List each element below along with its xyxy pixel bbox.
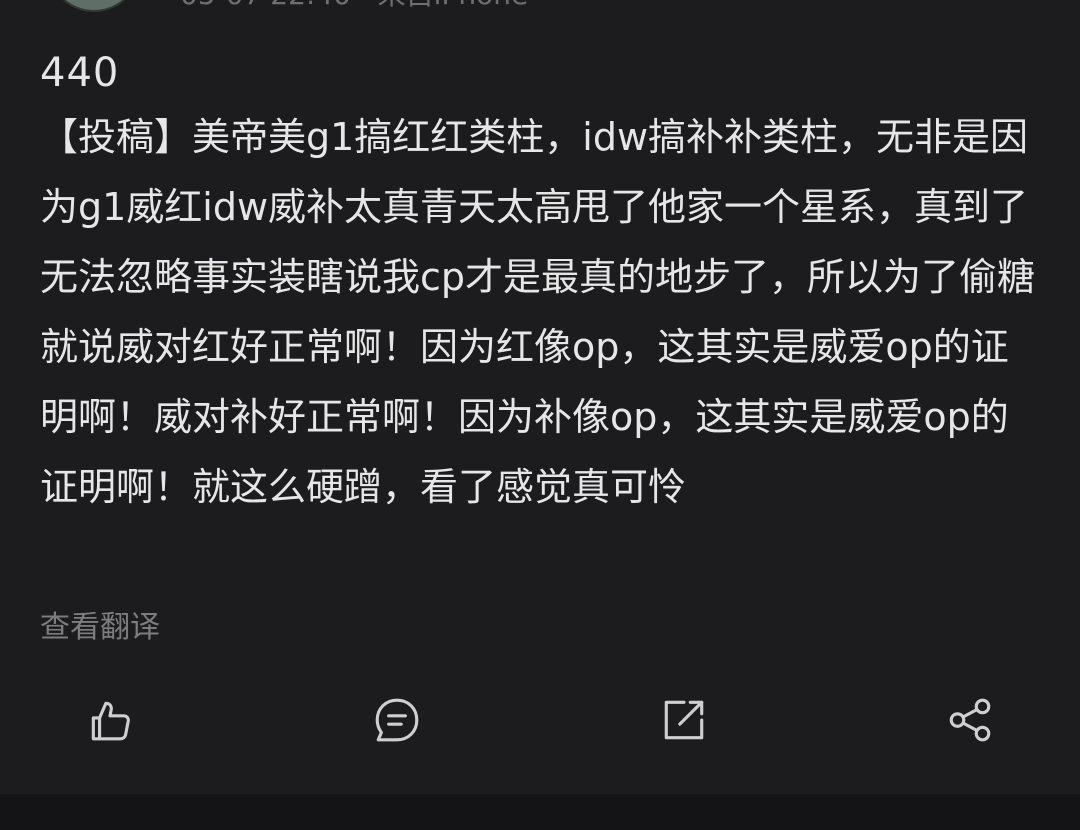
post-body: 【投稿】美帝美g1搞红红类柱，idw搞补补类柱，无非是因为g1威红idw威补太真… — [40, 115, 1036, 509]
edit-button[interactable] — [652, 690, 716, 754]
post-content: 440 【投稿】美帝美g1搞红红类柱，idw搞补补类柱，无非是因为g1威红idw… — [40, 46, 1040, 522]
post-number: 440 — [40, 50, 120, 96]
thumbs-up-icon — [85, 695, 135, 749]
post-header: 05-07 22:40 · 来自iPhone — [0, 0, 1080, 14]
bottom-bar — [0, 794, 1080, 830]
post-meta: 05-07 22:40 · 来自iPhone — [180, 0, 528, 12]
external-edit-icon — [659, 695, 709, 749]
action-bar — [0, 690, 1080, 754]
comment-button[interactable] — [365, 690, 429, 754]
share-icon — [945, 695, 995, 749]
translate-link[interactable]: 查看翻译 — [40, 606, 160, 650]
avatar[interactable] — [50, 0, 138, 12]
like-button[interactable] — [78, 690, 142, 754]
comment-icon — [372, 695, 422, 749]
share-button[interactable] — [938, 690, 1002, 754]
